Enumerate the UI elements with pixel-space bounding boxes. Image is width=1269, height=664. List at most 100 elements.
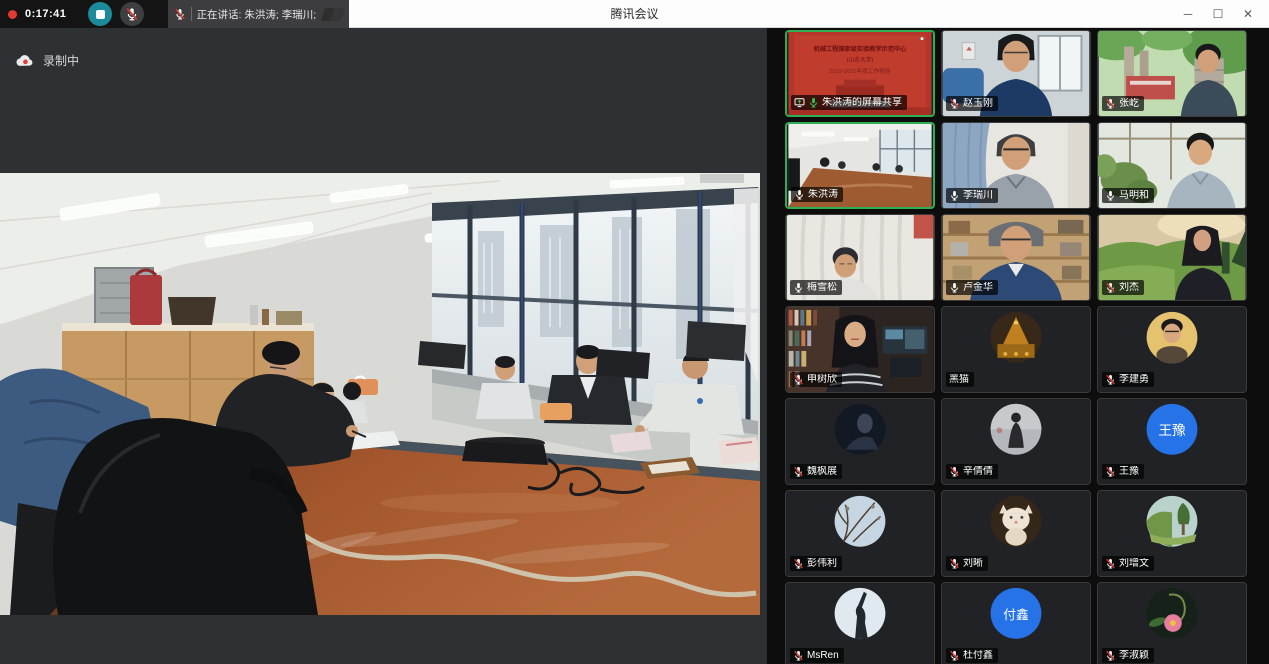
recording-dot-icon [8, 10, 17, 19]
participant-tile-5[interactable]: 李瑞川 [941, 122, 1091, 209]
name-tag: 马明和 [1102, 188, 1154, 203]
participant-name: 梅雪松 [807, 282, 837, 293]
mic-muted-icon [949, 558, 960, 569]
participant-tile-12[interactable]: 李建勇 [1097, 306, 1247, 393]
participant-name: 杜付鑫 [963, 650, 993, 661]
participant-name: 魏枫展 [807, 466, 837, 477]
mic-muted-icon [793, 466, 804, 477]
name-tag: 刘杰 [1102, 280, 1144, 295]
participant-tile-3[interactable]: 张屹 [1097, 30, 1247, 117]
participant-name: 彭伟利 [807, 558, 837, 569]
recording-indicator: 录制中 [16, 52, 79, 69]
participant-tile-19[interactable]: MsRen [785, 582, 935, 664]
participant-name: 黑猫 [949, 374, 969, 385]
mic-muted-icon [1105, 98, 1116, 109]
participant-name: 刘杰 [1119, 282, 1139, 293]
svg-text:王豫: 王豫 [1158, 423, 1186, 438]
participant-tile-13[interactable]: 魏枫展 [785, 398, 935, 485]
mic-muted-icon [1105, 558, 1116, 569]
participant-name: 刘增文 [1119, 558, 1149, 569]
mic-on-icon [1105, 190, 1116, 201]
participant-name: 李瑞川 [963, 190, 993, 201]
minimize-button[interactable]: ─ [1173, 0, 1203, 28]
participant-tile-16[interactable]: 彭伟利 [785, 490, 935, 577]
svg-text:付鑫: 付鑫 [1003, 607, 1029, 622]
window-titlebar[interactable]: 腾讯会议 [349, 0, 1269, 28]
mic-muted-icon [1105, 466, 1116, 477]
name-tag: 李建勇 [1102, 372, 1154, 387]
name-tag: 刘晰 [946, 556, 988, 571]
main-stage: 录制中 [0, 28, 767, 664]
participant-tile-17[interactable]: 刘晰 [941, 490, 1091, 577]
mic-green-icon [808, 97, 819, 108]
participant-tile-15[interactable]: 王豫 王豫 [1097, 398, 1247, 485]
name-tag: 李淑颖 [1102, 648, 1154, 663]
participant-name: 张屹 [1119, 98, 1139, 109]
svg-text:机械工程国家级实验教学示范中心: 机械工程国家级实验教学示范中心 [814, 45, 908, 53]
name-tag: 魏枫展 [790, 464, 842, 479]
participant-name: 马明和 [1119, 190, 1149, 201]
stop-icon [96, 10, 105, 19]
name-tag: 朱洪涛 [791, 187, 843, 202]
participant-tile-2[interactable]: 赵玉刚 [941, 30, 1091, 117]
name-tag: 赵玉刚 [946, 96, 998, 111]
participant-name: 王豫 [1119, 466, 1139, 477]
mic-muted-icon [1105, 374, 1116, 385]
participant-tile-4[interactable]: 朱洪涛 [785, 122, 935, 209]
mic-muted-icon [174, 8, 186, 20]
cloud-recording-icon [16, 54, 34, 67]
mic-muted-icon [1105, 650, 1116, 661]
name-tag: 王豫 [1102, 464, 1144, 479]
participant-tile-21[interactable]: 李淑颖 [1097, 582, 1247, 664]
maximize-button[interactable]: ☐ [1203, 0, 1233, 28]
participant-name: 李建勇 [1119, 374, 1149, 385]
name-tag: 辛倩倩 [946, 464, 998, 479]
participant-name: 卢金华 [963, 282, 993, 293]
name-tag: 张屹 [1102, 96, 1144, 111]
mic-muted-icon [793, 558, 804, 569]
window-controls: ─ ☐ ✕ [1173, 0, 1263, 28]
conference-room-scene [0, 173, 760, 615]
participant-tile-14[interactable]: 辛倩倩 [941, 398, 1091, 485]
participant-tile-8[interactable]: 卢金华 [941, 214, 1091, 301]
mic-on-icon [794, 189, 805, 200]
participant-name: 辛倩倩 [963, 466, 993, 477]
name-tag: 杜付鑫 [946, 648, 998, 663]
participant-name: 朱洪涛的屏幕共享 [822, 97, 902, 108]
mic-muted-icon [793, 650, 804, 661]
participant-name: 朱洪涛 [808, 189, 838, 200]
name-tag: 李瑞川 [946, 188, 998, 203]
main-video[interactable] [0, 173, 760, 615]
stop-recording-button[interactable] [88, 2, 112, 26]
svg-text:2019-2021年度工作报告: 2019-2021年度工作报告 [829, 67, 891, 75]
name-tag: 卢金华 [946, 280, 998, 295]
tencent-meeting-window: 0:17:41 正在讲话: 朱洪涛; 李瑞川; 腾讯会议 ─ ☐ ✕ 录制中 [0, 0, 1269, 664]
participant-tile-6[interactable]: 马明和 [1097, 122, 1247, 209]
name-tag: 梅雪松 [790, 280, 842, 295]
mic-muted-icon [1105, 282, 1116, 293]
participant-tile-11[interactable]: 黑猫 [941, 306, 1091, 393]
name-tag: 申树欣 [790, 372, 842, 387]
mic-muted-icon [949, 98, 960, 109]
participant-tile-1[interactable]: 机械工程国家级实验教学示范中心(山东大学)2019-2021年度工作报告 朱洪涛… [785, 30, 935, 117]
mic-on-icon [793, 282, 804, 293]
mic-on-icon [949, 190, 960, 201]
divider [191, 7, 192, 21]
close-button[interactable]: ✕ [1233, 0, 1263, 28]
microphone-muted-button[interactable] [120, 2, 144, 26]
name-tag: MsRen [790, 648, 844, 663]
name-tag: 朱洪涛的屏幕共享 [791, 95, 907, 110]
recording-timer: 0:17:41 [25, 8, 66, 20]
participant-name: 赵玉刚 [963, 98, 993, 109]
recording-toolbar: 0:17:41 [0, 0, 168, 28]
participant-tile-20[interactable]: 付鑫 杜付鑫 [941, 582, 1091, 664]
participant-tile-18[interactable]: 刘增文 [1097, 490, 1247, 577]
participant-tile-7[interactable]: 梅雪松 [785, 214, 935, 301]
participant-name: 申树欣 [807, 374, 837, 385]
name-tag: 黑猫 [946, 372, 974, 387]
mic-muted-icon [949, 466, 960, 477]
screen-share-icon [794, 97, 805, 108]
recording-label: 录制中 [43, 52, 79, 69]
participant-tile-9[interactable]: 刘杰 [1097, 214, 1247, 301]
participant-tile-10[interactable]: 申树欣 [785, 306, 935, 393]
